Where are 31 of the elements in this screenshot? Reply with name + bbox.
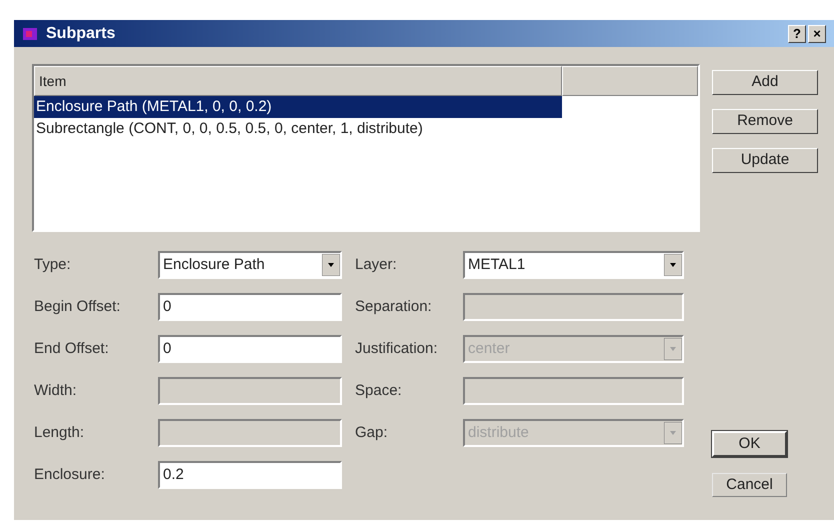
close-button[interactable]: × — [808, 24, 826, 42]
field-label: Separation: — [354, 296, 433, 317]
window-title: Subparts — [46, 24, 116, 44]
field-label: Layer: — [354, 254, 398, 275]
field-label: Space: — [354, 380, 403, 401]
action-button[interactable]: Remove — [712, 109, 818, 134]
field-label: Length: — [34, 422, 86, 443]
field-label: Justification: — [354, 338, 439, 359]
ok-button[interactable]: OK — [712, 431, 787, 457]
item-list[interactable]: Item Enclosure Path (METAL1, 0, 0, 0.2) Subrectangle (CONT, 0, 0, 0.5, 0.5, 0, center, 1, distribute) — [32, 64, 700, 232]
field-label: Gap: — [354, 422, 389, 443]
action-button[interactable]: Add — [712, 70, 818, 95]
field-label: End Offset: — [34, 338, 110, 359]
dropdown-arrow-icon[interactable] — [664, 254, 682, 276]
field-label: Width: — [34, 380, 78, 401]
list-row[interactable]: Subrectangle (CONT, 0, 0, 0.5, 0.5, 0, center, 1, distribute) — [34, 118, 562, 140]
field-label: Enclosure: — [34, 464, 106, 485]
help-button[interactable]: ? — [788, 24, 806, 42]
column-header[interactable]: Item — [34, 66, 562, 96]
dropdown-field[interactable]: Enclosure Path — [158, 251, 342, 279]
action-button[interactable]: Update — [712, 148, 818, 173]
dropdown-arrow-icon[interactable] — [322, 254, 340, 276]
dropdown-field[interactable]: METAL1 — [463, 251, 684, 279]
field-label: Type: — [34, 254, 72, 275]
field-label: Begin Offset: — [34, 296, 122, 317]
cancel-button[interactable]: Cancel — [712, 473, 787, 497]
input-field[interactable]: 0 — [158, 293, 342, 321]
app-icon — [22, 26, 40, 42]
list-row[interactable]: Enclosure Path (METAL1, 0, 0, 0.2) — [34, 96, 562, 118]
input-field[interactable]: 0.2 — [158, 461, 342, 489]
input-field[interactable]: 0 — [158, 335, 342, 363]
